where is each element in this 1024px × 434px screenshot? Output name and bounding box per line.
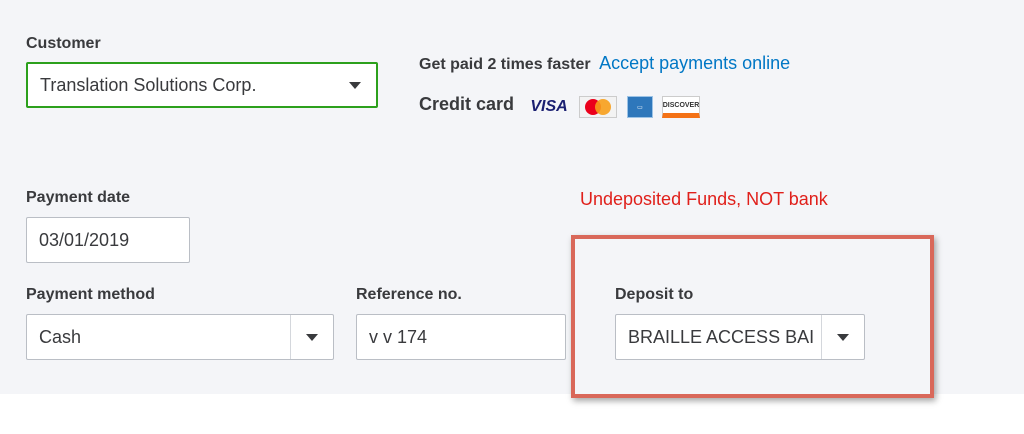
- payment-date-input[interactable]: 03/01/2019: [26, 217, 190, 263]
- payment-method-label: Payment method: [26, 286, 155, 303]
- customer-select[interactable]: Translation Solutions Corp.: [26, 62, 378, 108]
- chevron-down-icon[interactable]: [334, 64, 376, 106]
- promo-text: Get paid 2 times faster Accept payments …: [419, 53, 790, 74]
- reference-value: v v 174: [369, 326, 428, 347]
- promo-message: Get paid 2 times faster: [419, 56, 591, 73]
- payment-date-value: 03/01/2019: [39, 229, 130, 250]
- payment-method-select[interactable]: Cash: [26, 314, 334, 360]
- annotation-highlight-box: [571, 235, 934, 398]
- customer-label: Customer: [26, 35, 101, 52]
- reference-input[interactable]: v v 174: [356, 314, 566, 360]
- payment-method-value: Cash: [39, 326, 82, 347]
- annotation-text: Undeposited Funds, NOT bank: [580, 189, 828, 209]
- accept-payments-link[interactable]: Accept payments online: [599, 53, 790, 73]
- payment-date-label: Payment date: [26, 189, 131, 206]
- reference-label: Reference no.: [356, 286, 462, 303]
- mastercard-logo-icon: [579, 96, 617, 118]
- chevron-down-icon[interactable]: [290, 315, 333, 359]
- credit-card-label: Credit card: [419, 94, 515, 114]
- amex-logo-icon: ▭: [627, 96, 653, 118]
- discover-logo-icon: DISCOVER: [662, 96, 700, 118]
- customer-value: Translation Solutions Corp.: [40, 74, 257, 95]
- visa-logo-icon: VISA: [530, 98, 568, 115]
